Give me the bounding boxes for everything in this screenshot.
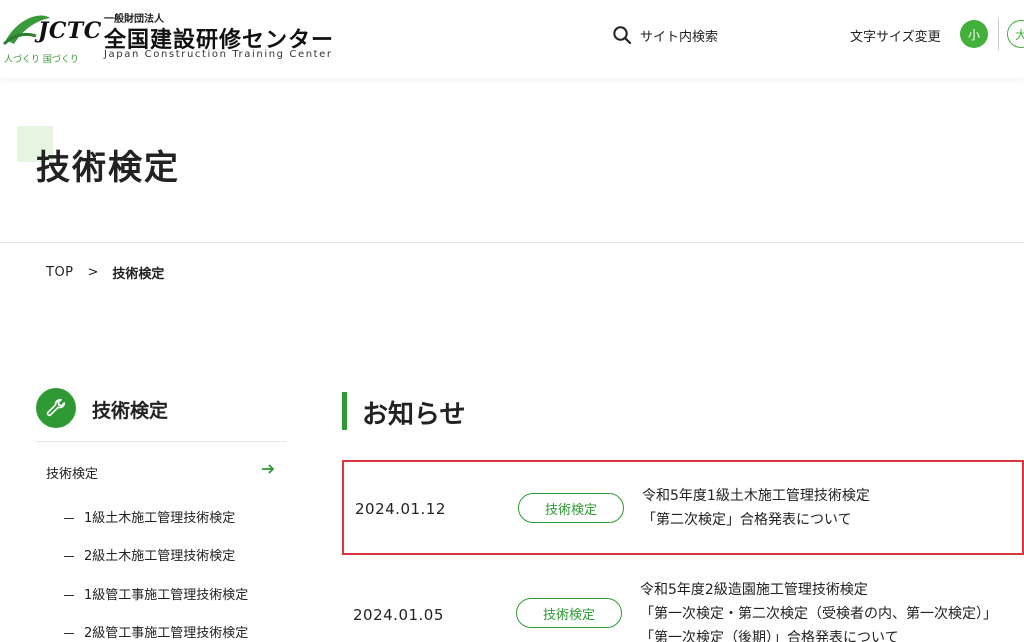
sidebar-subitem-label: 2級管工事施工管理技術検定 — [84, 626, 249, 641]
sidebar-title: 技術検定 — [92, 400, 169, 422]
news-item[interactable]: 2024.01.12 技術検定 令和5年度1級土木施工管理技術検定 「第二次検定… — [342, 460, 1024, 555]
font-size-label: 文字サイズ変更 — [850, 30, 941, 45]
logo-mark-text: JCTC — [38, 18, 102, 44]
font-size-divider — [998, 18, 999, 50]
search-label: サイト内検索 — [640, 29, 719, 45]
sidebar-subitem-1kyu-kankoji[interactable]: 1級管工事施工管理技術検定 — [64, 584, 248, 603]
sidebar-item-label: 技術検定 — [46, 467, 99, 482]
breadcrumb-top-link[interactable]: TOP — [46, 265, 74, 280]
news-title-line: 「第一次検定（後期）」合格発表について — [640, 630, 899, 642]
news-title-line: 令和5年度1級土木施工管理技術検定 — [642, 488, 870, 504]
wrench-icon — [36, 388, 76, 428]
site-header: JCTC 人づくり 国づくり 一般財団法人 全国建設研修センター Japan C… — [0, 0, 1024, 78]
site-logo[interactable]: JCTC 人づくり 国づくり 一般財団法人 全国建設研修センター Japan C… — [0, 6, 333, 66]
dash-icon — [64, 633, 74, 634]
dash-icon — [64, 556, 74, 557]
title-divider — [0, 242, 1024, 243]
news-date: 2024.01.05 — [353, 606, 444, 624]
sidebar-subitem-2kyu-doboku[interactable]: 2級土木施工管理技術検定 — [64, 545, 235, 564]
font-size-small-button[interactable]: 小 — [960, 20, 988, 48]
sidebar-subitem-label: 2級土木施工管理技術検定 — [84, 549, 236, 564]
news-heading: お知らせ — [362, 400, 466, 430]
news-category-badge: 技術検定 — [518, 493, 624, 523]
site-search-button[interactable]: サイト内検索 — [612, 22, 718, 48]
breadcrumb-separator: > — [87, 265, 99, 280]
sidebar-subitem-label: 1級管工事施工管理技術検定 — [84, 588, 249, 603]
search-icon — [613, 26, 632, 45]
sidebar-header: 技術検定 — [36, 386, 286, 442]
breadcrumb: TOP > 技術検定 — [46, 263, 164, 282]
sidebar-subitem-label: 1級土木施工管理技術検定 — [84, 511, 236, 526]
logo-tagline: 人づくり 国づくり — [4, 55, 79, 65]
font-size-large-button[interactable]: 大 — [1007, 20, 1024, 48]
sidebar-item-gijutsu-kentei[interactable]: 技術検定 — [46, 463, 276, 482]
news-title: 令和5年度1級土木施工管理技術検定 「第二次検定」合格発表について — [642, 484, 870, 532]
news-title-line: 令和5年度2級造園施工管理技術検定 — [640, 582, 868, 598]
arrow-right-icon — [262, 464, 275, 474]
news-title: 令和5年度2級造園施工管理技術検定 「第一次検定・第二次検定（受検者の内、第一次… — [640, 578, 997, 642]
sidebar-subitem-2kyu-kankoji[interactable]: 2級管工事施工管理技術検定 — [64, 622, 248, 641]
news-title-line: 「第一次検定・第二次検定（受検者の内、第一次検定）」 — [640, 606, 997, 622]
breadcrumb-current: 技術検定 — [112, 267, 165, 282]
news-category-badge: 技術検定 — [516, 598, 622, 628]
news-date: 2024.01.12 — [355, 500, 446, 518]
dash-icon — [64, 518, 74, 519]
news-heading-bar — [342, 392, 347, 430]
page-title: 技術検定 — [36, 148, 180, 188]
org-name-en: Japan Construction Training Center — [104, 49, 333, 60]
news-title-line: 「第二次検定」合格発表について — [642, 512, 852, 528]
dash-icon — [64, 595, 74, 596]
sidebar-subitem-1kyu-doboku[interactable]: 1級土木施工管理技術検定 — [64, 507, 235, 526]
news-item[interactable]: 2024.01.05 技術検定 令和5年度2級造園施工管理技術検定 「第一次検定… — [342, 572, 1024, 642]
